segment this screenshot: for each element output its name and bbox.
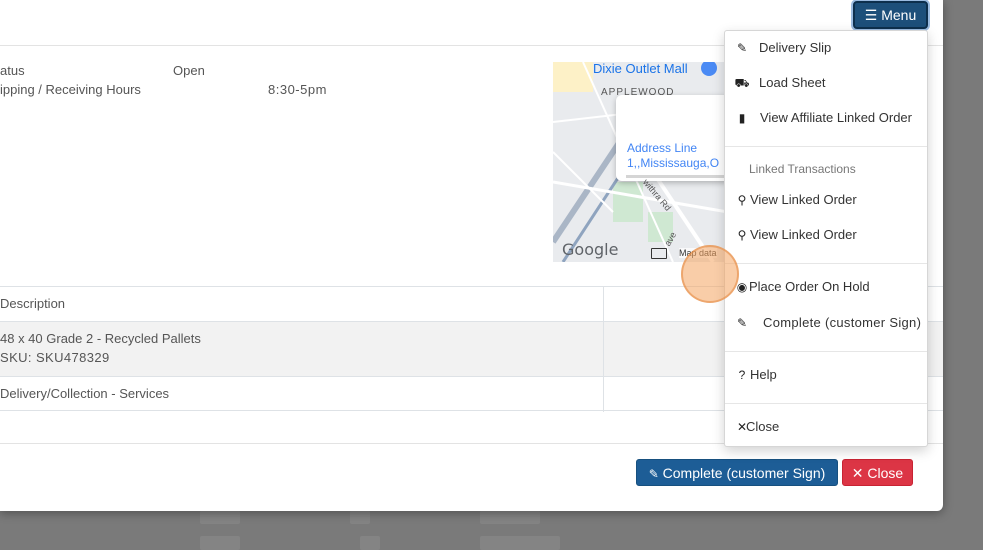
menu-item-place-order-on-hold[interactable]: ◉ Place Order On Hold (725, 272, 927, 302)
action-menu-dropdown: ✎ Delivery Slip ⛟ Load Sheet ▮ View Affi… (724, 30, 928, 447)
menu-divider (725, 146, 927, 147)
map-address-link[interactable]: Address Line 1,,Mississauga,O (627, 141, 728, 171)
menu-item-view-linked-order[interactable]: ⚲ View Linked Order (725, 185, 927, 215)
menu-item-view-linked-order[interactable]: ⚲ View Linked Order (725, 220, 927, 250)
hours-label: ipping / Receiving Hours (0, 82, 141, 97)
truck-icon: ⛟ (734, 76, 750, 90)
keyboard-icon[interactable] (651, 248, 667, 259)
menu-item-view-affiliate-linked-order[interactable]: ▮ View Affiliate Linked Order (725, 103, 927, 133)
pdf-icon: ▮ (738, 111, 746, 125)
hours-value: 8:30-5pm (268, 82, 327, 97)
menu-item-label: Load Sheet (759, 75, 826, 90)
menu-item-label: View Linked Order (750, 227, 857, 242)
menu-item-label: Place Order On Hold (749, 279, 870, 294)
hold-icon: ◉ (736, 280, 748, 294)
menu-divider (725, 351, 927, 352)
menu-item-label: Help (750, 367, 777, 382)
menu-item-label: View Linked Order (750, 192, 857, 207)
status-value: Open (173, 63, 205, 78)
map-place-label: Dixie Outlet Mall (593, 62, 688, 76)
signature-icon: ✎ (736, 316, 748, 330)
close-button-label: Close (867, 465, 904, 481)
background-text (360, 536, 380, 550)
location-map[interactable]: Dixie Outlet Mall APPLEWOOD Address Line… (553, 62, 728, 262)
close-button[interactable]: ✕ Close (842, 459, 913, 486)
background-text (200, 536, 240, 550)
background-text (200, 510, 240, 524)
menu-button-label: Menu (881, 7, 917, 23)
signature-icon: ✎ (736, 41, 748, 55)
column-divider (603, 377, 604, 412)
menu-item-delivery-slip[interactable]: ✎ Delivery Slip (725, 33, 927, 63)
close-icon: ✕ (851, 465, 864, 481)
menu-item-label: View Affiliate Linked Order (760, 110, 912, 125)
menu-divider (725, 263, 927, 264)
menu-button[interactable]: ☰ Menu (853, 1, 928, 29)
search-icon: ⚲ (737, 228, 747, 242)
item-description: 48 x 40 Grade 2 - Recycled Pallets (0, 331, 201, 346)
complete-customer-sign-button[interactable]: ✎ Complete (customer Sign) (636, 459, 838, 486)
menu-item-label: Delivery Slip (759, 40, 832, 55)
map-info-window[interactable]: Address Line 1,,Mississauga,O (616, 95, 728, 181)
hamburger-icon: ☰ (864, 7, 878, 23)
item-description: Delivery/Collection - Services (0, 386, 170, 401)
column-divider (603, 322, 604, 377)
map-info-scrollbar[interactable] (626, 175, 728, 178)
signature-icon: ✎ (648, 467, 659, 481)
menu-item-help[interactable]: ? Help (725, 360, 927, 390)
status-label: atus (0, 63, 25, 78)
menu-item-label: Complete (customer Sign) (763, 315, 922, 330)
search-icon: ⚲ (737, 193, 747, 207)
column-divider (603, 287, 604, 323)
menu-item-close[interactable]: ✕ Close (725, 412, 927, 442)
background-text (480, 536, 560, 550)
description-header: Description (0, 296, 66, 311)
linked-transactions-header: Linked Transactions (749, 162, 856, 176)
google-logo: Google (562, 240, 619, 259)
menu-item-complete-customer-sign[interactable]: ✎ Complete (customer Sign) (725, 308, 927, 338)
menu-item-load-sheet[interactable]: ⛟ Load Sheet (725, 68, 927, 98)
complete-button-label: Complete (customer Sign) (662, 465, 826, 481)
menu-item-label: Close (746, 419, 780, 434)
menu-divider (725, 403, 927, 404)
background-text (480, 510, 540, 524)
background-text (350, 510, 370, 524)
question-icon: ? (738, 368, 746, 382)
map-data-label: Map data (679, 248, 717, 258)
item-sku: SKU: SKU478329 (0, 350, 110, 365)
